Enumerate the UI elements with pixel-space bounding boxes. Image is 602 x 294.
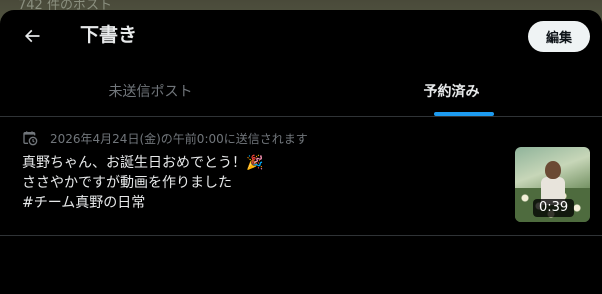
- edit-button[interactable]: 編集: [528, 21, 590, 52]
- post-line-1-text: 真野ちゃん、お誕生日おめでとう！: [22, 155, 246, 171]
- clock-calendar-icon: [22, 130, 38, 146]
- post-line-2: ささやかですが動画を作りました: [22, 175, 232, 191]
- modal-header: 下書き 編集: [0, 10, 602, 62]
- post-line-1: 真野ちゃん、お誕生日おめでとう！🎉: [22, 153, 492, 173]
- arrow-left-icon: [24, 29, 40, 43]
- video-duration-badge: 0:39: [533, 199, 575, 217]
- post-line-3: #チーム真野の日常: [22, 195, 146, 211]
- tab-bar: 未送信ポスト 予約済み: [0, 66, 602, 117]
- thumbnail-figure-head: [545, 161, 561, 179]
- scheduled-post-item[interactable]: 2026年4月24日(金)の午前0:00に送信されます 真野ちゃん、お誕生日おめ…: [0, 117, 602, 236]
- tab-scheduled[interactable]: 予約済み: [301, 66, 602, 116]
- post-text: 真野ちゃん、お誕生日おめでとう！🎉 ささやかですが動画を作りました #チーム真野…: [22, 153, 492, 213]
- tab-unsent-posts[interactable]: 未送信ポスト: [0, 66, 301, 116]
- party-popper-emoji: 🎉: [246, 155, 264, 171]
- video-thumbnail[interactable]: 0:39: [515, 147, 590, 222]
- back-button[interactable]: [16, 20, 48, 52]
- drafts-modal: 下書き 編集 未送信ポスト 予約済み 2026年4月24日(金)の午前0:00に…: [0, 10, 602, 294]
- page-title: 下書き: [80, 24, 138, 46]
- schedule-info: 2026年4月24日(金)の午前0:00に送信されます: [22, 129, 308, 147]
- schedule-text: 2026年4月24日(金)の午前0:00に送信されます: [50, 131, 308, 146]
- active-tab-indicator: [434, 112, 494, 116]
